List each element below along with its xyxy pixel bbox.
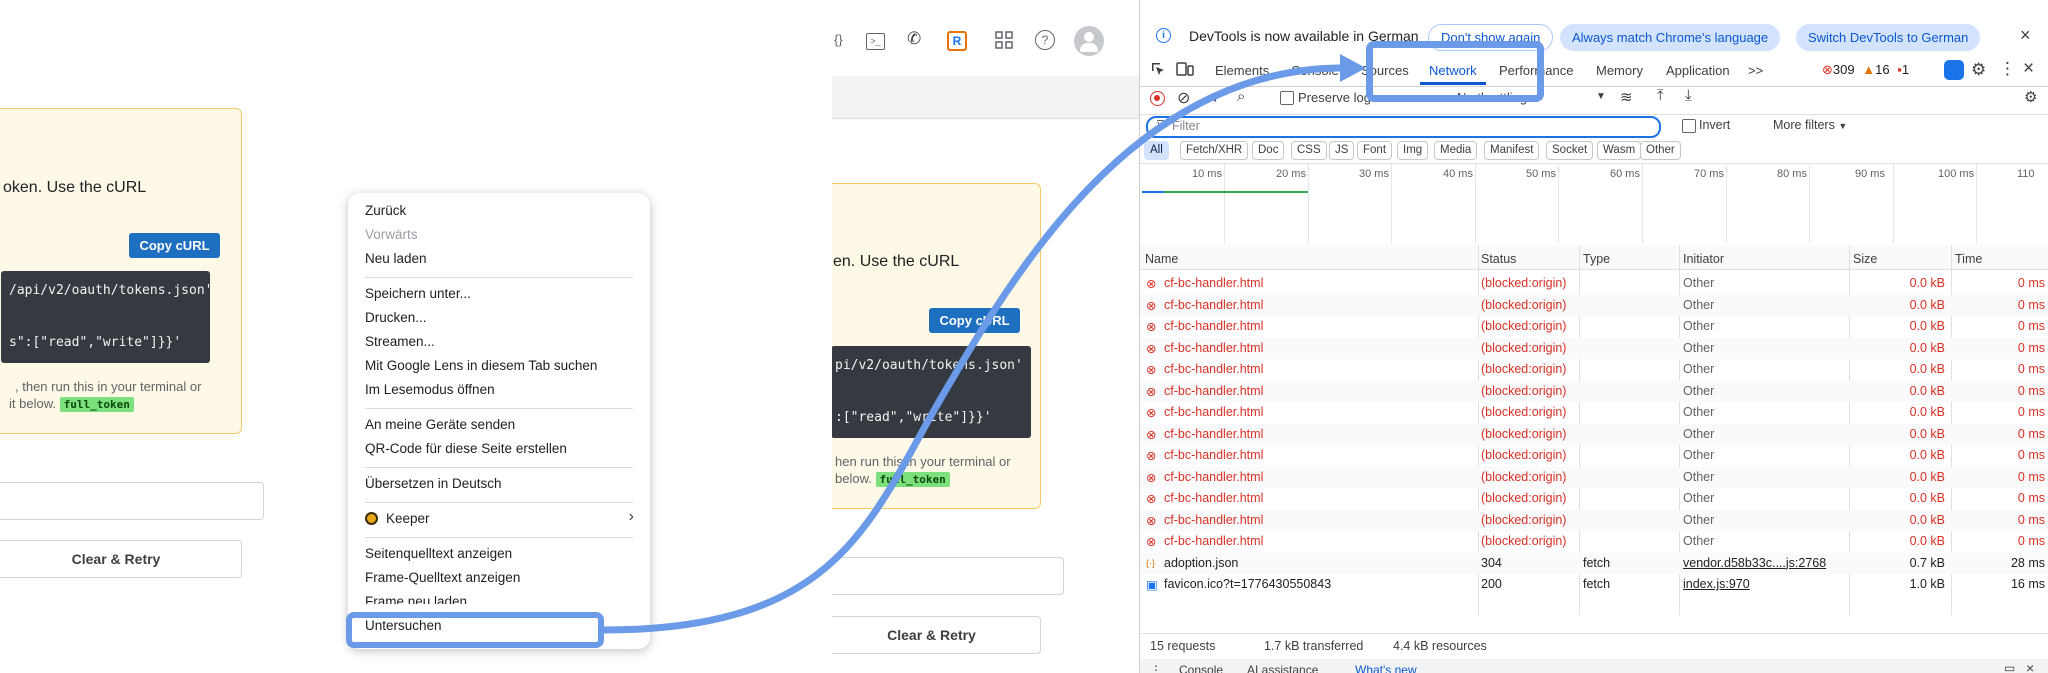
annotation-arrow xyxy=(600,54,1366,634)
